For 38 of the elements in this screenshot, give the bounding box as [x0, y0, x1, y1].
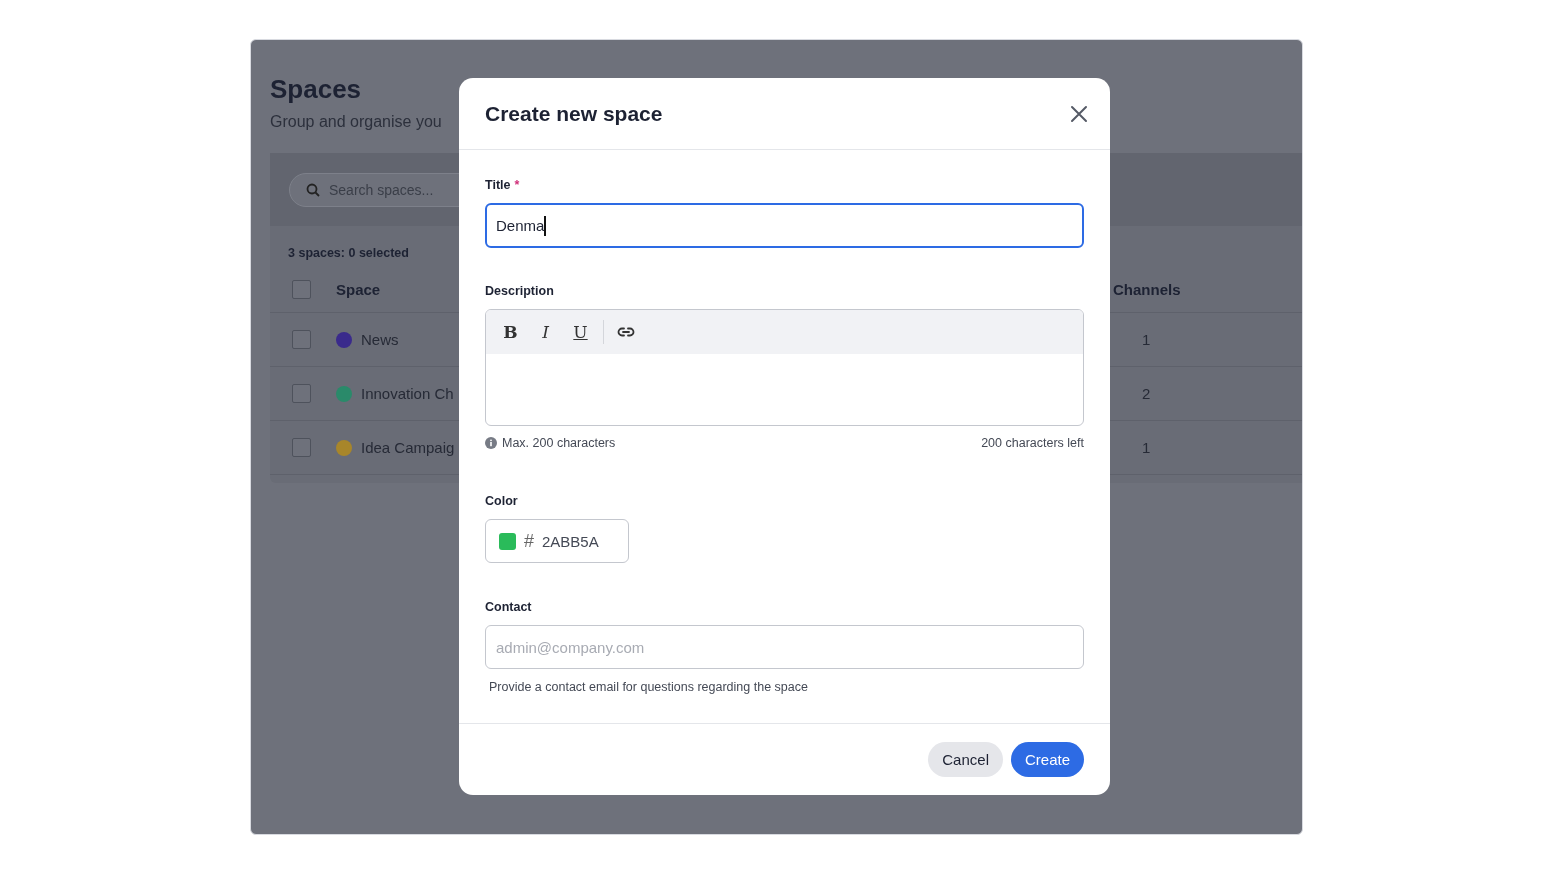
channel-count: 1 — [1141, 439, 1152, 456]
help-text: Provide a contact email for questions regarding the space — [489, 680, 809, 694]
field-label: Description — [485, 284, 554, 300]
title-input[interactable]: Denma — [485, 203, 1084, 248]
link-icon[interactable] — [617, 327, 635, 337]
create-button[interactable]: Create — [1010, 742, 1084, 777]
color-swatch[interactable] — [499, 532, 516, 550]
bold-button[interactable]: B — [498, 322, 523, 342]
color-field[interactable]: # 2ABB5A — [485, 519, 629, 563]
row-checkbox[interactable] — [292, 438, 311, 457]
hint-text: Max. 200 characters — [502, 436, 616, 450]
field-label: Color — [485, 494, 518, 510]
space-name: Innovation Ch — [361, 385, 454, 402]
underline-button[interactable]: U — [568, 322, 593, 342]
page-subtitle: Group and organise you — [270, 113, 442, 131]
character-counter: 200 characters left — [981, 436, 1084, 450]
column-header: Channels — [1113, 281, 1181, 298]
row-checkbox[interactable] — [292, 384, 311, 403]
select-all-checkbox[interactable] — [292, 280, 311, 299]
cancel-button[interactable]: Cancel — [928, 742, 1003, 777]
row-checkbox[interactable] — [292, 330, 311, 349]
channel-count: 2 — [1141, 385, 1152, 402]
search-icon — [306, 182, 320, 197]
selection-summary: 3 spaces: 0 selected — [287, 245, 409, 262]
close-icon[interactable] — [1070, 104, 1088, 123]
space-name: News — [361, 331, 399, 348]
column-header: Space — [336, 281, 381, 298]
space-name: Idea Campaig — [361, 439, 455, 456]
dialog-title: Create new space — [485, 101, 663, 126]
info-icon — [485, 437, 497, 449]
field-label: Contact — [485, 600, 532, 616]
required-mark: * — [514, 178, 520, 194]
description-editor[interactable]: B I U — [485, 309, 1084, 426]
italic-button[interactable]: I — [533, 322, 558, 342]
page-title: Spaces — [270, 74, 363, 105]
contact-input[interactable]: admin@company.com — [485, 625, 1084, 669]
field-label: Title — [485, 178, 511, 194]
channel-count: 1 — [1141, 331, 1152, 348]
